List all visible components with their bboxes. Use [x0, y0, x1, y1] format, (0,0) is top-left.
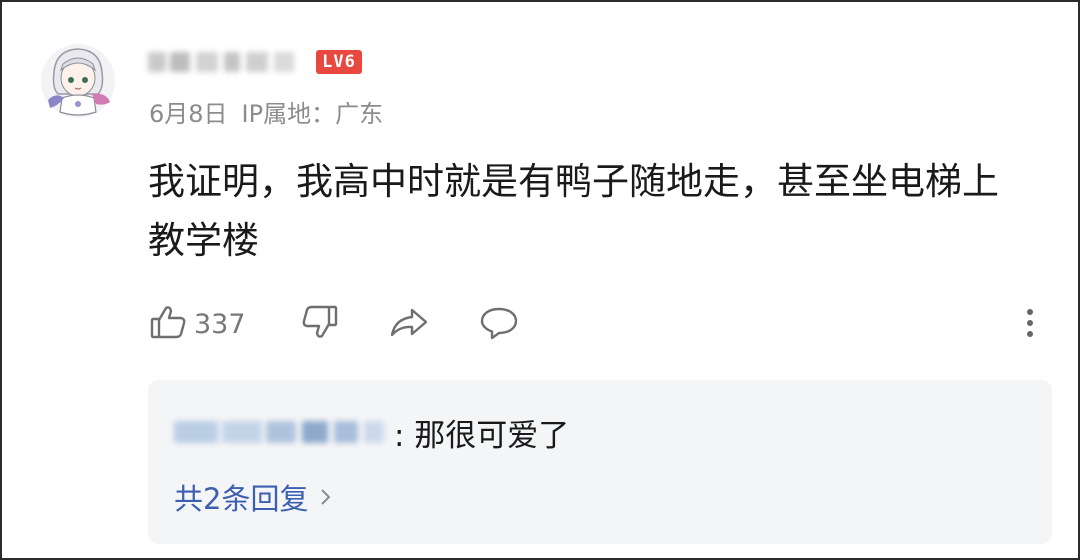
ip-location: IP属地：广东 — [241, 100, 384, 128]
thumbs-up-icon — [148, 302, 188, 346]
reply-count-label: 共2条回复 — [174, 482, 309, 516]
chevron-right-icon — [320, 480, 332, 514]
reply-button[interactable] — [478, 298, 520, 350]
comment-meta: 6月8日 IP属地：广东 — [149, 94, 383, 129]
share-arrow-icon — [388, 302, 430, 346]
like-count: 337 — [194, 308, 246, 340]
reply-text: : 那很可爱了 — [394, 417, 570, 454]
reply-preview[interactable]: : 那很可爱了 共2条回复 — [148, 380, 1052, 544]
reply-item: : 那很可爱了 — [174, 410, 569, 454]
view-replies-link[interactable]: 共2条回复 — [174, 476, 332, 518]
speech-bubble-icon — [478, 302, 520, 346]
avatar-illustration — [41, 44, 115, 118]
thumbs-down-icon — [300, 302, 340, 346]
comment-body: 我证明，我高中时就是有鸭子随地走，甚至坐电梯上教学楼 — [148, 160, 999, 262]
comment-date: 6月8日 — [149, 100, 228, 128]
username-obscured[interactable] — [148, 48, 298, 76]
user-avatar[interactable] — [40, 42, 116, 120]
like-button[interactable]: 337 — [148, 298, 246, 350]
dislike-button[interactable] — [300, 298, 340, 350]
level-badge: LV6 — [316, 50, 362, 74]
more-vertical-icon[interactable] — [1018, 304, 1042, 344]
share-button[interactable] — [388, 298, 430, 350]
reply-username-obscured[interactable] — [174, 415, 390, 449]
comment-card: LV6 6月8日 IP属地：广东 我证明，我高中时就是有鸭子随地走，甚至坐电梯上教… — [0, 0, 1080, 560]
action-bar: 337 — [2, 298, 1080, 350]
